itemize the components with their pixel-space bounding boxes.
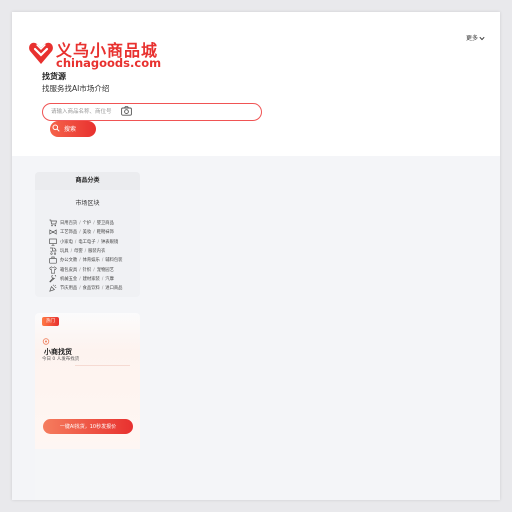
category-link[interactable]: 婴卫商品 — [97, 221, 114, 226]
baby-stroller-icon — [50, 247, 57, 255]
party-popper-icon — [49, 284, 57, 292]
location-pin-icon — [42, 338, 50, 345]
category-link[interactable]: 辅料包装 — [105, 258, 122, 263]
camera-icon[interactable] — [121, 106, 132, 116]
category-link[interactable]: 鞋靴袜饰 — [97, 230, 114, 235]
category-row: 箱包皮具 / 针织 / 宠物园艺 — [49, 265, 143, 275]
category-row-items: 工艺饰品 / 美妆 / 鞋靴袜饰 — [60, 229, 114, 235]
page: 义乌小商品城 chinagoods.com 更多 找货源 找服务找AI市场介绍 … — [12, 12, 500, 500]
monitor-icon — [49, 238, 57, 246]
search-button-label: 搜索 — [64, 126, 77, 133]
category-link[interactable]: 工艺饰品 — [60, 230, 77, 235]
ai-sourcing-button[interactable]: 一键AI找货，10秒发报价 — [43, 419, 133, 434]
category-link[interactable]: 汽摩 — [105, 277, 114, 282]
category-row-items: 小家电 / 电工电子 / 钟表眼镜 — [60, 239, 118, 245]
hot-sourcing-card: 热门 小商找货 今日 0 人发布找货 一键AI找货，10秒发报价 — [35, 313, 140, 500]
category-link[interactable]: 个护 — [83, 221, 92, 226]
category-link[interactable]: 进口商品 — [105, 286, 122, 291]
category-row: 小家电 / 电工电子 / 钟表眼镜 — [49, 238, 143, 247]
header: 义乌小商品城 chinagoods.com 更多 找货源 找服务找AI市场介绍 … — [12, 12, 500, 156]
hot-badge: 热门 — [42, 317, 59, 326]
briefcase-icon — [49, 256, 57, 264]
category-link[interactable]: 食品饮料 — [83, 286, 100, 291]
category-row: 玩具 / 母婴 / 服装内衣 — [49, 247, 143, 256]
shopping-cart-icon — [49, 219, 57, 227]
category-link[interactable]: 办公文教 — [60, 258, 77, 263]
logo-domain: chinagoods.com — [56, 56, 162, 70]
card-subtitle: 今日 0 人发布找货 — [42, 357, 80, 362]
more-menu-button[interactable]: 更多 — [466, 33, 485, 42]
page-title: 找货源 — [42, 72, 66, 81]
category-link[interactable]: 机械五金 — [60, 277, 77, 282]
wrench-icon — [49, 274, 57, 283]
search-button[interactable]: 搜索 — [50, 121, 96, 137]
category-link[interactable]: 美妆 — [83, 230, 92, 235]
card-divider — [75, 365, 130, 366]
search-input[interactable] — [51, 107, 121, 117]
category-link[interactable]: 日用百货 — [60, 221, 77, 226]
ribbon-bow-icon — [49, 229, 57, 235]
category-row: 节庆用品 / 食品饮料 / 进口商品 — [49, 284, 143, 293]
category-row: 日用百货 / 个护 / 婴卫商品 — [49, 219, 143, 228]
category-row: 办公文教 / 体育娱乐 / 辅料包装 — [49, 256, 143, 265]
search-icon — [52, 124, 60, 132]
category-link[interactable]: 针织 — [83, 268, 92, 273]
page-subtitle: 找服务找AI市场介绍 — [42, 84, 110, 93]
logo-mark-icon — [29, 42, 53, 64]
category-link[interactable]: 节庆用品 — [60, 286, 77, 291]
search-box — [42, 103, 262, 121]
category-panel-title: 商品分类 — [35, 172, 140, 190]
shirt-icon — [49, 265, 57, 273]
category-link[interactable]: 母婴 — [74, 249, 83, 254]
category-row: 机械五金 / 建材家装 / 汽摩 — [49, 274, 143, 284]
category-panel: 商品分类 市场区块 日用百货 / 个护 / 婴卫商品 工艺饰品 / 美妆 / 鞋靴袜饰 小家电 / 电工… — [35, 172, 140, 297]
category-row-items: 节庆用品 / 食品饮料 / 进口商品 — [60, 285, 122, 291]
category-row-items: 日用百货 / 个护 / 婴卫商品 — [60, 220, 114, 226]
category-link[interactable]: 建材家装 — [83, 277, 100, 282]
category-link[interactable]: 服装内衣 — [88, 249, 105, 254]
market-section-title: 市场区块 — [75, 200, 100, 207]
category-link[interactable]: 小家电 — [60, 240, 73, 245]
category-link[interactable]: 箱包皮具 — [60, 268, 77, 273]
more-label: 更多 — [465, 35, 478, 42]
category-link[interactable]: 钟表眼镜 — [101, 240, 118, 245]
category-link[interactable]: 体育娱乐 — [83, 258, 100, 263]
chevron-down-icon — [479, 36, 485, 41]
card-lower-area — [35, 449, 140, 500]
category-row-items: 玩具 / 母婴 / 服装内衣 — [60, 248, 105, 254]
category-link[interactable]: 宠物园艺 — [97, 268, 114, 273]
category-row: 工艺饰品 / 美妆 / 鞋靴袜饰 — [49, 228, 143, 237]
category-link[interactable]: 电工电子 — [78, 240, 95, 245]
logo[interactable]: 义乌小商品城 chinagoods.com — [28, 38, 168, 74]
category-link[interactable]: 玩具 — [60, 249, 69, 254]
category-row-items: 机械五金 / 建材家装 / 汽摩 — [60, 276, 114, 282]
category-row-items: 办公文教 / 体育娱乐 / 辅料包装 — [60, 257, 122, 263]
category-row-items: 箱包皮具 / 针织 / 宠物园艺 — [60, 267, 114, 273]
